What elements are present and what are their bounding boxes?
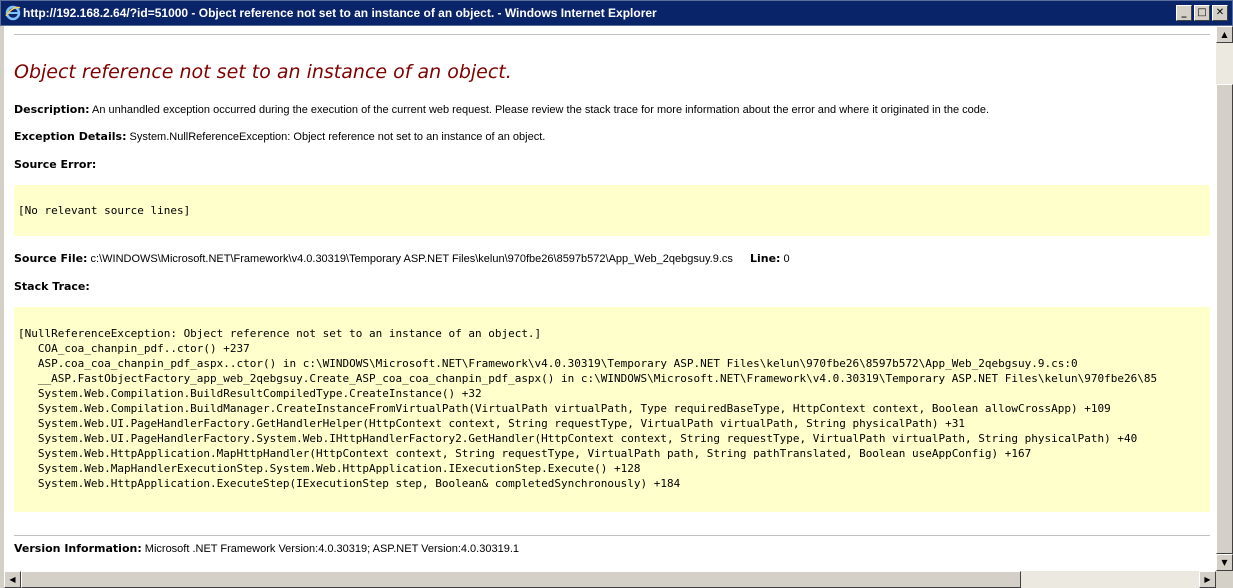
- window-title-bar[interactable]: http://192.168.2.64/?id=51000 - Object r…: [0, 0, 1233, 26]
- horizontal-scrollbar[interactable]: ◀ ▶: [4, 571, 1216, 588]
- close-button[interactable]: ✕: [1212, 5, 1228, 21]
- bottom-divider: [14, 535, 1210, 536]
- scroll-left-arrow-icon[interactable]: ◀: [4, 571, 21, 588]
- window-controls: _ □ ✕: [1176, 5, 1228, 21]
- exception-details-row: Exception Details: System.NullReferenceE…: [14, 130, 545, 143]
- source-error-box: [No relevant source lines]: [14, 185, 1210, 236]
- top-divider: [14, 34, 1210, 35]
- scrollbar-corner: [1216, 571, 1233, 588]
- version-row: Version Information: Microsoft .NET Fram…: [14, 542, 519, 555]
- internet-explorer-icon: [5, 5, 21, 21]
- line-number: 0: [783, 253, 790, 265]
- page-viewport: Object reference not set to an instance …: [4, 26, 1216, 571]
- line-label: Line:: [749, 252, 781, 265]
- scroll-up-arrow-icon[interactable]: ▲: [1216, 26, 1233, 43]
- vertical-scroll-thumb[interactable]: [1216, 84, 1233, 554]
- source-file-path: c:\WINDOWS\Microsoft.NET\Framework\v4.0.…: [90, 253, 733, 265]
- minimize-button[interactable]: _: [1176, 5, 1192, 21]
- maximize-button[interactable]: □: [1194, 5, 1210, 21]
- error-heading: Object reference not set to an instance …: [14, 61, 512, 83]
- description-text: An unhandled exception occurred during t…: [92, 104, 990, 116]
- source-error-row: Source Error:: [14, 158, 96, 171]
- vertical-scrollbar[interactable]: ▲ ▼: [1216, 26, 1233, 571]
- source-error-label: Source Error:: [14, 158, 97, 171]
- stack-trace-row: Stack Trace:: [14, 280, 90, 293]
- stack-trace-box: [NullReferenceException: Object referenc…: [14, 307, 1210, 512]
- exception-details-text: System.NullReferenceException: Object re…: [129, 131, 546, 143]
- description-label: Description:: [14, 103, 90, 116]
- stack-trace-label: Stack Trace:: [14, 280, 90, 293]
- description-row: Description: An unhandled exception occu…: [14, 103, 989, 116]
- window-title: http://192.168.2.64/?id=51000 - Object r…: [23, 6, 657, 20]
- exception-details-label: Exception Details:: [14, 130, 127, 143]
- browser-frame: Object reference not set to an instance …: [0, 26, 1233, 588]
- source-file-label: Source File:: [14, 252, 88, 265]
- scroll-right-arrow-icon[interactable]: ▶: [1199, 571, 1216, 588]
- horizontal-scroll-thumb[interactable]: [21, 571, 1021, 588]
- scroll-down-arrow-icon[interactable]: ▼: [1216, 554, 1233, 571]
- source-file-row: Source File: c:\WINDOWS\Microsoft.NET\Fr…: [14, 252, 790, 265]
- version-text: Microsoft .NET Framework Version:4.0.303…: [144, 543, 519, 555]
- version-label: Version Information:: [14, 542, 142, 555]
